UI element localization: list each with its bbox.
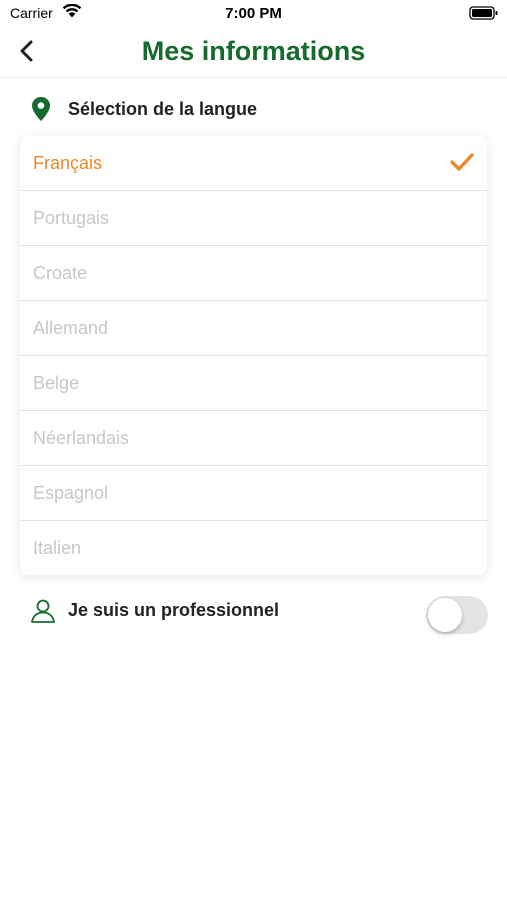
user-outline-icon — [30, 598, 56, 624]
language-section-title: Sélection de la langue — [68, 98, 258, 119]
language-label: Espagnol — [33, 482, 109, 503]
language-option-neerlandais[interactable]: Néerlandais — [20, 411, 487, 466]
language-label: Belge — [33, 372, 80, 393]
language-option-croate[interactable]: Croate — [20, 246, 487, 301]
language-label: Croate — [33, 262, 88, 283]
language-option-portugais[interactable]: Portugais — [20, 191, 487, 246]
language-label: Allemand — [33, 317, 109, 338]
language-label: Néerlandais — [33, 427, 130, 448]
checkmark-icon — [449, 151, 475, 178]
language-label: Français — [33, 152, 103, 173]
toggle-knob — [428, 598, 462, 632]
professional-row: Je suis un professionnel — [30, 594, 490, 638]
page-title: Mes informations — [141, 36, 366, 66]
language-list: Français Portugais Croate Allemand Belge… — [20, 136, 487, 575]
language-option-italien[interactable]: Italien — [20, 521, 487, 575]
professional-toggle[interactable] — [426, 596, 488, 634]
language-option-belge[interactable]: Belge — [20, 356, 487, 411]
language-label: Portugais — [33, 207, 110, 228]
status-time: 7:00 PM — [225, 5, 282, 22]
location-pin-icon — [30, 96, 52, 122]
navigation-bar: Mes informations — [0, 28, 507, 78]
battery-icon — [469, 5, 499, 26]
language-section-header: Sélection de la langue — [30, 94, 490, 124]
language-option-allemand[interactable]: Allemand — [20, 301, 487, 356]
professional-label: Je suis un professionnel — [68, 600, 280, 620]
language-label: Italien — [33, 538, 82, 558]
language-option-espagnol[interactable]: Espagnol — [20, 466, 487, 521]
status-bar: Carrier 7:00 PM — [0, 0, 507, 28]
language-option-francais[interactable]: Français — [20, 136, 487, 191]
